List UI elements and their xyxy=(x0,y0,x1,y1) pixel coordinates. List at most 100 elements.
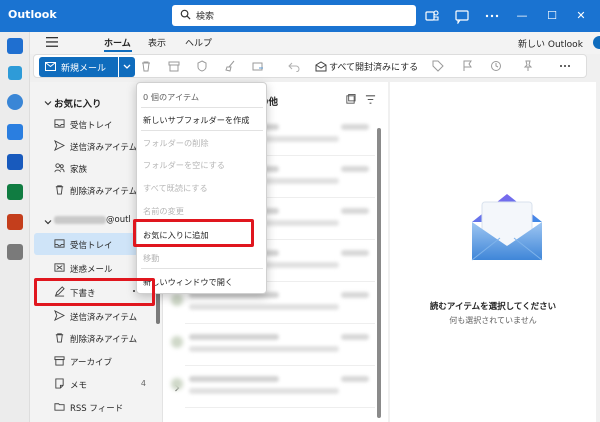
app-title: Outlook xyxy=(8,8,57,21)
folder-label: 受信トレイ xyxy=(70,241,113,251)
teams-icon[interactable] xyxy=(424,8,440,24)
empty-envelope-illustration xyxy=(471,194,543,261)
send-icon xyxy=(54,140,65,151)
search-icon xyxy=(180,9,191,20)
folder-notes[interactable]: メモ 4 xyxy=(34,373,156,395)
folder-sent[interactable]: 送信済みアイテム xyxy=(34,305,156,327)
highlight-drafts-folder xyxy=(34,278,155,306)
new-mail-dropdown[interactable] xyxy=(119,57,135,77)
menu-item-mark-all-read[interactable]: すべて既読にする xyxy=(143,177,261,197)
folder-context-menu: 0 個のアイテム 新しいサブフォルダーを作成 フォルダーの削除 フォルダーを空に… xyxy=(136,82,267,294)
send-icon xyxy=(54,310,65,321)
report-icon[interactable] xyxy=(196,60,208,72)
highlight-add-to-favorites xyxy=(133,219,254,247)
menu-separator xyxy=(141,107,263,108)
powerpoint-app-icon[interactable] xyxy=(7,214,23,230)
list-item[interactable] xyxy=(171,326,375,366)
app-rail xyxy=(0,32,30,422)
menu-item-rename[interactable]: 名前の変更 xyxy=(143,200,261,220)
tag-icon[interactable] xyxy=(432,60,444,72)
mark-all-read-icon xyxy=(315,61,327,72)
tab-help[interactable]: ヘルプ xyxy=(185,36,212,49)
flag-icon[interactable] xyxy=(462,60,474,72)
more-options-icon[interactable] xyxy=(484,8,500,24)
folder-label: 送信済みアイテム xyxy=(70,313,138,323)
folder-rss[interactable]: RSS フィード xyxy=(34,396,156,418)
more-apps-icon[interactable] xyxy=(7,244,23,260)
active-tab-indicator xyxy=(104,50,132,52)
folder-deleted[interactable]: 削除済みアイテム xyxy=(34,327,156,349)
archive-icon xyxy=(54,356,65,366)
chevron-down-icon[interactable] xyxy=(44,218,52,226)
folder-label: 削除済みアイテム xyxy=(70,335,138,345)
note-icon xyxy=(55,378,64,389)
ribbon-command-bar: 新規メール すべて開封済みにする xyxy=(33,54,587,78)
search-box[interactable]: 検索 xyxy=(172,5,416,26)
ribbon-more-icon[interactable] xyxy=(559,60,571,72)
mark-all-read-button[interactable]: すべて開封済みにする xyxy=(329,60,418,73)
folder-label: 迷惑メール xyxy=(70,265,113,275)
sweep-icon[interactable] xyxy=(224,60,236,72)
folder-label: アーカイブ xyxy=(70,358,112,368)
people-icon xyxy=(54,163,65,173)
trash-icon xyxy=(55,333,64,343)
new-mail-icon xyxy=(45,62,56,71)
folder-label: 送信済みアイテム xyxy=(70,143,138,153)
favorites-header[interactable]: お気に入り xyxy=(54,96,102,110)
undo-icon[interactable] xyxy=(288,60,300,72)
unread-count: 4 xyxy=(140,379,146,388)
close-button[interactable]: ✕ xyxy=(571,6,591,26)
folder-label: 受信トレイ xyxy=(70,121,113,131)
people-app-icon[interactable] xyxy=(7,94,23,110)
ribbon-tabs: ホーム 表示 ヘルプ 新しい Outlook xyxy=(30,32,600,54)
reading-pane: 読むアイテムを選択してください 何も選択されていません xyxy=(390,82,596,422)
minimize-button[interactable]: — xyxy=(512,6,532,26)
menu-item-new-subfolder[interactable]: 新しいサブフォルダーを作成 xyxy=(143,109,261,129)
menu-item-move[interactable]: 移動 xyxy=(143,247,261,267)
list-item[interactable] xyxy=(171,368,375,408)
menu-item-delete-folder[interactable]: フォルダーの削除 xyxy=(143,132,261,152)
move-to-icon[interactable] xyxy=(252,60,264,72)
new-outlook-toggle[interactable] xyxy=(593,36,600,49)
hamburger-menu-icon[interactable] xyxy=(46,37,58,47)
delete-icon[interactable] xyxy=(140,60,152,72)
chevron-down-icon[interactable] xyxy=(44,99,52,107)
reading-pane-subtitle: 何も選択されていません xyxy=(449,316,537,325)
archive-icon[interactable] xyxy=(168,60,180,72)
folder-label: 削除済みアイテム xyxy=(70,187,138,197)
chevron-down-icon xyxy=(123,64,131,69)
search-placeholder: 検索 xyxy=(196,12,215,22)
folder-label: メモ xyxy=(70,381,88,391)
maximize-button[interactable]: ☐ xyxy=(542,6,562,26)
new-mail-button[interactable]: 新規メール xyxy=(39,57,118,77)
feedback-icon[interactable] xyxy=(454,8,470,24)
filter-icon[interactable] xyxy=(365,94,376,105)
menu-item-empty-folder[interactable]: フォルダーを空にする xyxy=(143,154,261,174)
calendar-app-icon[interactable] xyxy=(8,66,22,80)
new-outlook-label: 新しい Outlook xyxy=(518,40,583,50)
inbox-icon xyxy=(54,119,65,128)
word-app-icon[interactable] xyxy=(7,154,23,170)
reading-pane-title: 読むアイテムを選択してください xyxy=(429,302,557,312)
account-name-redacted xyxy=(54,215,106,224)
tab-home[interactable]: ホーム xyxy=(104,36,131,49)
snooze-icon[interactable] xyxy=(490,60,502,72)
pin-icon[interactable] xyxy=(522,60,534,72)
account-header[interactable]: @outl xyxy=(54,215,131,225)
message-list-scrollbar[interactable] xyxy=(377,128,381,418)
menu-item-count: 0 個のアイテム xyxy=(143,92,200,102)
menu-separator xyxy=(141,130,263,131)
folder-icon xyxy=(54,403,65,411)
folder-archive[interactable]: アーカイブ xyxy=(34,350,156,372)
select-icon[interactable] xyxy=(345,94,356,105)
menu-separator xyxy=(141,268,263,269)
mail-app-icon[interactable] xyxy=(7,38,23,54)
excel-app-icon[interactable] xyxy=(7,184,23,200)
folder-label: RSS フィード xyxy=(70,404,124,414)
tab-view[interactable]: 表示 xyxy=(148,36,166,49)
new-mail-label: 新規メール xyxy=(61,64,107,74)
title-bar: Outlook 検索 — ☐ ✕ xyxy=(0,0,600,32)
todo-app-icon[interactable] xyxy=(7,124,23,140)
menu-item-open-new-window[interactable]: 新しいウィンドウで開く xyxy=(143,271,261,291)
junk-icon xyxy=(54,263,65,272)
